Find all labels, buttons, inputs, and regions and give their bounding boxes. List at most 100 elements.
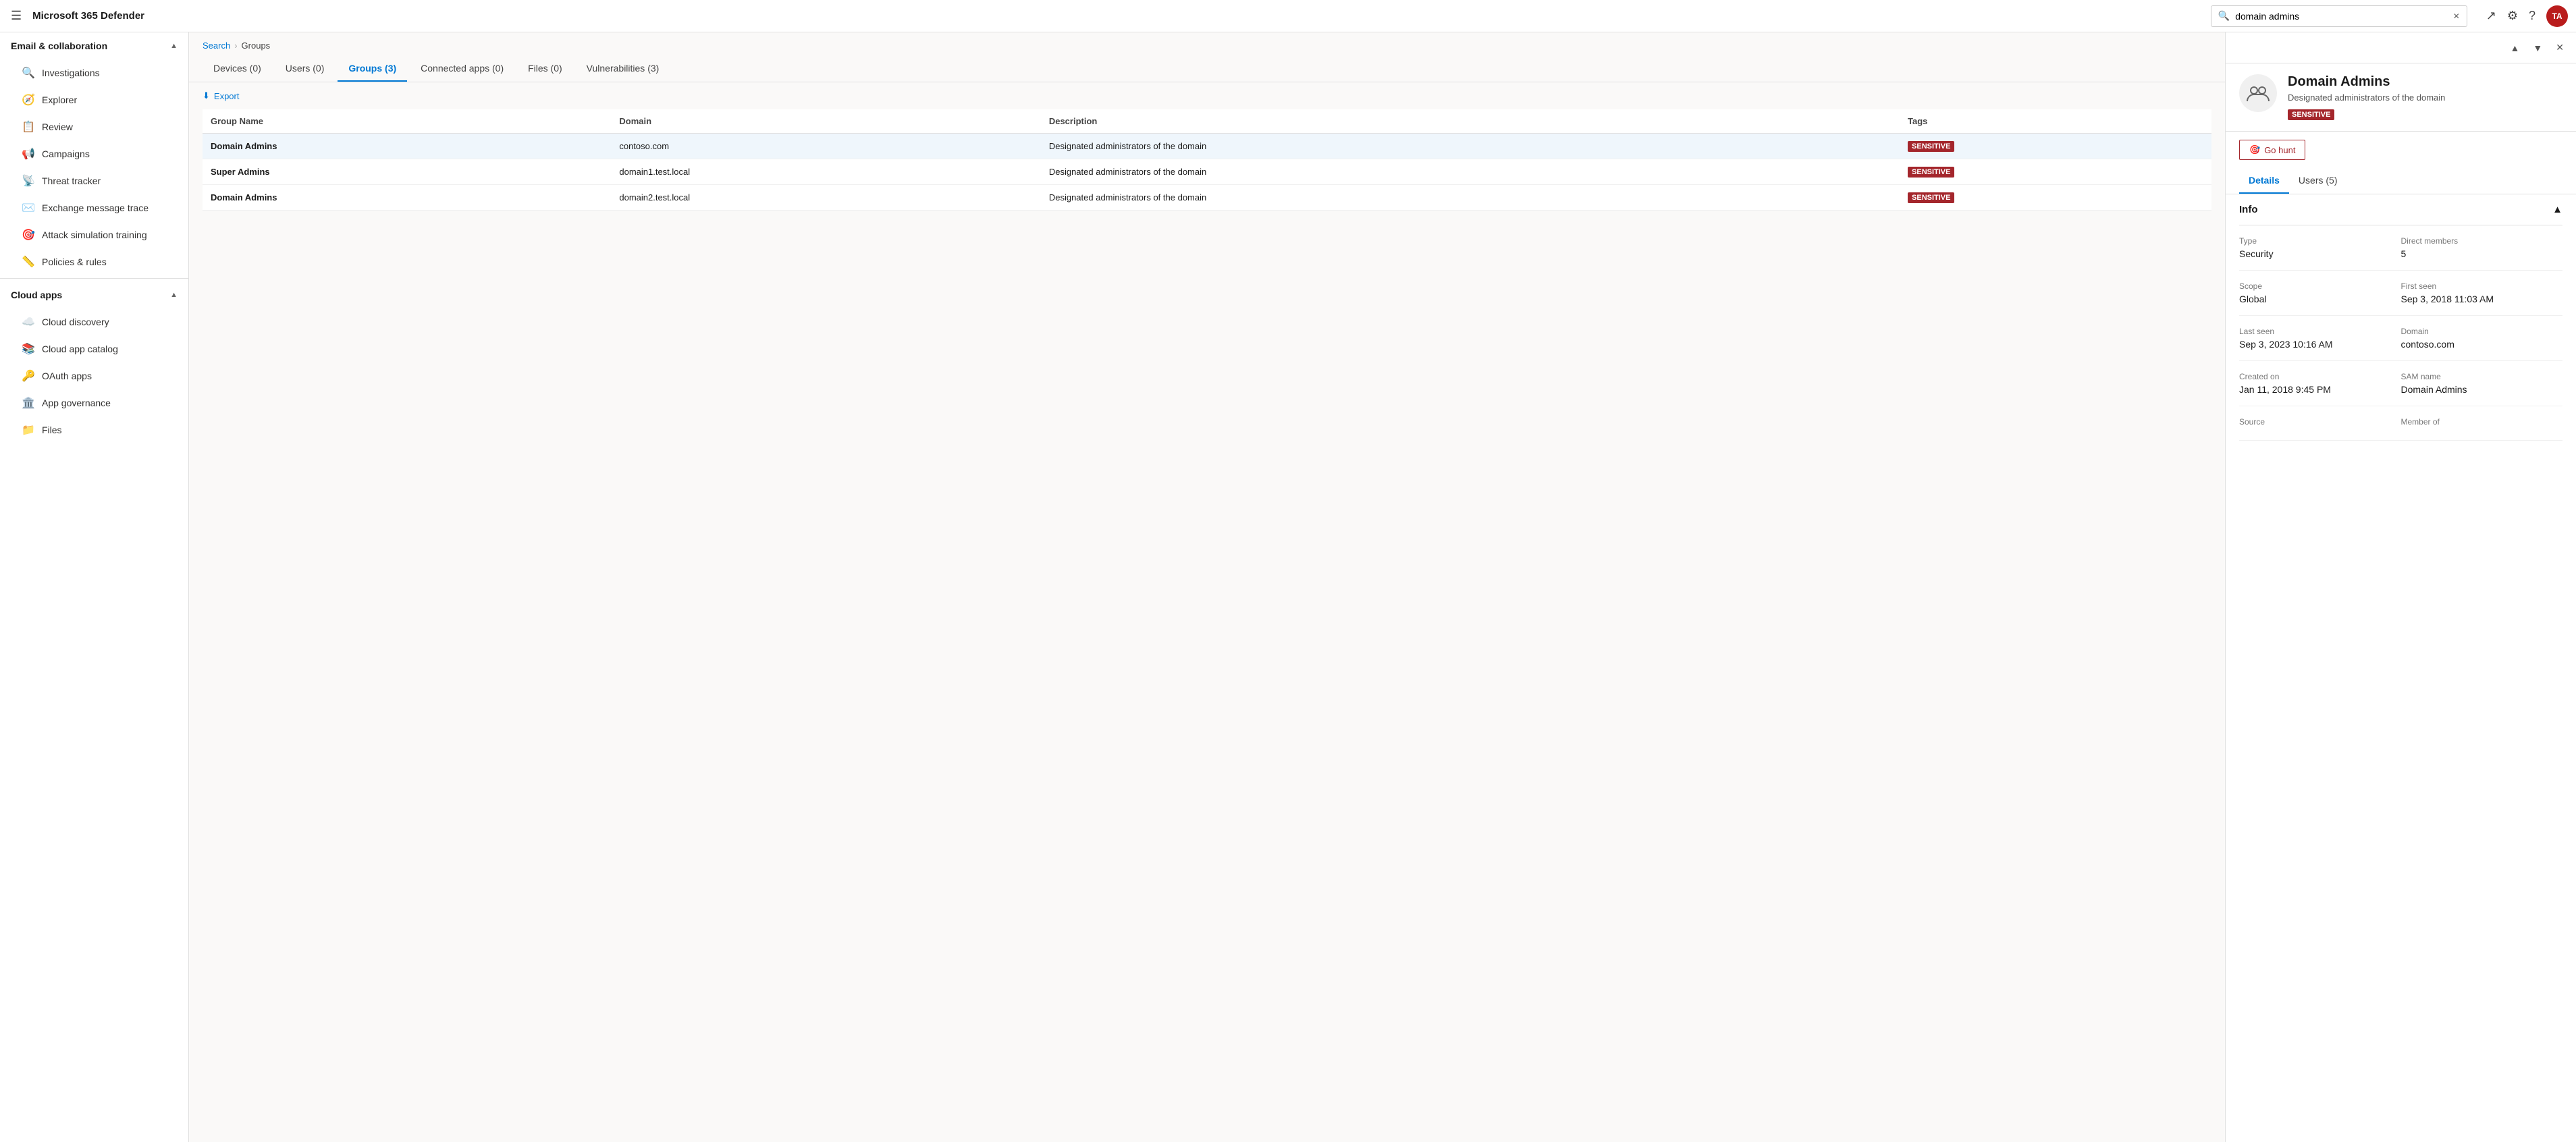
detail-tab-users[interactable]: Users (5) xyxy=(2289,168,2347,194)
cell-domain: contoso.com xyxy=(611,134,1040,159)
export-label: Export xyxy=(214,91,240,101)
campaigns-icon: 📢 xyxy=(22,147,35,161)
detail-nav: ▲ ▼ ✕ xyxy=(2226,32,2576,63)
sidebar-item-label: Files xyxy=(42,425,62,435)
cloud-apps-section-label: Cloud apps xyxy=(11,290,62,300)
export-icon: ⬇ xyxy=(203,90,210,101)
global-search-box: 🔍 ✕ xyxy=(2211,5,2467,27)
help-icon[interactable]: ? xyxy=(2529,9,2535,23)
cell-description: Designated administrators of the domain xyxy=(1041,134,1900,159)
main-layout: Email & collaboration ▲ 🔍 Investigations… xyxy=(0,32,2576,1142)
cloud-app-catalog-icon: 📚 xyxy=(22,342,35,356)
detail-avatar-icon xyxy=(2239,74,2277,112)
cell-domain: domain2.test.local xyxy=(611,185,1040,211)
email-chevron-icon: ▲ xyxy=(170,42,178,50)
cloud-apps-chevron-icon: ▲ xyxy=(170,291,178,299)
table-header-row: Group Name Domain Description Tags xyxy=(203,109,2211,134)
sidebar-item-label: Policies & rules xyxy=(42,256,107,267)
search-clear-icon[interactable]: ✕ xyxy=(2453,11,2460,21)
sidebar-item-app-governance[interactable]: 🏛️ App governance xyxy=(0,389,188,416)
table-row[interactable]: Domain Admins contoso.com Designated adm… xyxy=(203,134,2211,159)
col-tags: Tags xyxy=(1900,109,2211,134)
detail-nav-down[interactable]: ▼ xyxy=(2529,40,2546,56)
explorer-icon: 🧭 xyxy=(22,93,35,107)
cell-tags: SENSITIVE xyxy=(1900,159,2211,185)
info-cell-domain: Domaincontoso.com xyxy=(2401,316,2563,361)
col-group-name: Group Name xyxy=(203,109,611,134)
sidebar-divider xyxy=(0,278,188,279)
sidebar-item-label: Exchange message trace xyxy=(42,202,149,213)
sidebar-section-email[interactable]: Email & collaboration ▲ xyxy=(0,32,188,59)
sidebar-item-review[interactable]: 📋 Review xyxy=(0,113,188,140)
hamburger-icon[interactable]: ☰ xyxy=(8,6,24,26)
content-area: Search › Groups Devices (0) Users (0) Gr… xyxy=(189,32,2576,1142)
tab-groups[interactable]: Groups (3) xyxy=(338,56,407,82)
detail-nav-up[interactable]: ▲ xyxy=(2506,40,2524,56)
sidebar-item-oauth-apps[interactable]: 🔑 OAuth apps xyxy=(0,362,188,389)
sidebar-item-files[interactable]: 📁 Files xyxy=(0,416,188,443)
table-area: ⬇ Export Group Name Domain Description T… xyxy=(189,82,2225,1142)
tab-vulnerabilities[interactable]: Vulnerabilities (3) xyxy=(576,56,670,82)
table-row[interactable]: Domain Admins domain2.test.local Designa… xyxy=(203,185,2211,211)
attack-sim-icon: 🎯 xyxy=(22,228,35,242)
breadcrumb-groups: Groups xyxy=(242,40,271,51)
user-avatar[interactable]: TA xyxy=(2546,5,2568,27)
detail-panel: ▲ ▼ ✕ Domain Admins Designated administr… xyxy=(2225,32,2576,1142)
sidebar-item-attack-simulation-training[interactable]: 🎯 Attack simulation training xyxy=(0,221,188,248)
sidebar-item-policies-rules[interactable]: 📏 Policies & rules xyxy=(0,248,188,275)
info-cell-sam-name: SAM nameDomain Admins xyxy=(2401,361,2563,406)
sidebar-item-exchange-message-trace[interactable]: ✉️ Exchange message trace xyxy=(0,194,188,221)
sidebar-item-label: Campaigns xyxy=(42,148,90,159)
tab-devices[interactable]: Devices (0) xyxy=(203,56,272,82)
app-governance-icon: 🏛️ xyxy=(22,396,35,410)
detail-header: Domain Admins Designated administrators … xyxy=(2226,63,2576,132)
global-search-input[interactable] xyxy=(2235,11,2448,22)
main-panel: Search › Groups Devices (0) Users (0) Gr… xyxy=(189,32,2225,1142)
search-icon: 🔍 xyxy=(2218,10,2230,22)
detail-subtitle: Designated administrators of the domain xyxy=(2288,92,2562,103)
oauth-apps-icon: 🔑 xyxy=(22,369,35,383)
sidebar-item-label: Cloud discovery xyxy=(42,317,109,327)
tab-connected-apps[interactable]: Connected apps (0) xyxy=(410,56,514,82)
sidebar-section-cloud-apps[interactable]: Cloud apps ▲ xyxy=(0,281,188,308)
cell-domain: domain1.test.local xyxy=(611,159,1040,185)
go-hunt-button[interactable]: 🎯 Go hunt xyxy=(2239,140,2305,160)
sidebar-item-label: Review xyxy=(42,121,73,132)
groups-table: Group Name Domain Description Tags Domai… xyxy=(203,109,2211,211)
sidebar-item-cloud-app-catalog[interactable]: 📚 Cloud app catalog xyxy=(0,335,188,362)
info-cell-first-seen: First seenSep 3, 2018 11:03 AM xyxy=(2401,271,2563,316)
cell-description: Designated administrators of the domain xyxy=(1041,159,1900,185)
cell-group-name: Domain Admins xyxy=(203,134,611,159)
detail-close-button[interactable]: ✕ xyxy=(2552,39,2568,56)
exchange-icon: ✉️ xyxy=(22,201,35,215)
table-row[interactable]: Super Admins domain1.test.local Designat… xyxy=(203,159,2211,185)
sidebar-item-campaigns[interactable]: 📢 Campaigns xyxy=(0,140,188,167)
sidebar-item-threat-tracker[interactable]: 📡 Threat tracker xyxy=(0,167,188,194)
review-icon: 📋 xyxy=(22,120,35,134)
cell-group-name: Domain Admins xyxy=(203,185,611,211)
breadcrumb: Search › Groups xyxy=(189,32,2225,56)
info-section-header[interactable]: Info ▲ xyxy=(2239,194,2562,225)
detail-title-area: Domain Admins Designated administrators … xyxy=(2288,74,2562,120)
tabs-bar: Devices (0) Users (0) Groups (3) Connect… xyxy=(189,56,2225,82)
sidebar-item-investigations[interactable]: 🔍 Investigations xyxy=(0,59,188,86)
sidebar: Email & collaboration ▲ 🔍 Investigations… xyxy=(0,32,189,1142)
tab-files[interactable]: Files (0) xyxy=(517,56,573,82)
go-hunt-icon: 🎯 xyxy=(2249,144,2260,155)
detail-content: Info ▲ TypeSecurityDirect members5ScopeG… xyxy=(2226,194,2576,1142)
col-description: Description xyxy=(1041,109,1900,134)
info-cell-source: Source xyxy=(2239,406,2401,441)
info-collapse-icon: ▲ xyxy=(2552,204,2562,215)
sidebar-item-cloud-discovery[interactable]: ☁️ Cloud discovery xyxy=(0,308,188,335)
sensitive-badge: SENSITIVE xyxy=(2288,109,2334,120)
detail-tab-details[interactable]: Details xyxy=(2239,168,2289,194)
detail-tabs: Details Users (5) xyxy=(2226,168,2576,194)
share-icon[interactable]: ↗ xyxy=(2486,9,2496,23)
export-button[interactable]: ⬇ Export xyxy=(203,90,239,101)
breadcrumb-search[interactable]: Search xyxy=(203,40,230,51)
settings-icon[interactable]: ⚙ xyxy=(2507,9,2518,23)
sidebar-item-label: App governance xyxy=(42,398,111,408)
sidebar-item-explorer[interactable]: 🧭 Explorer xyxy=(0,86,188,113)
info-grid: TypeSecurityDirect members5ScopeGlobalFi… xyxy=(2239,225,2562,441)
tab-users[interactable]: Users (0) xyxy=(275,56,336,82)
